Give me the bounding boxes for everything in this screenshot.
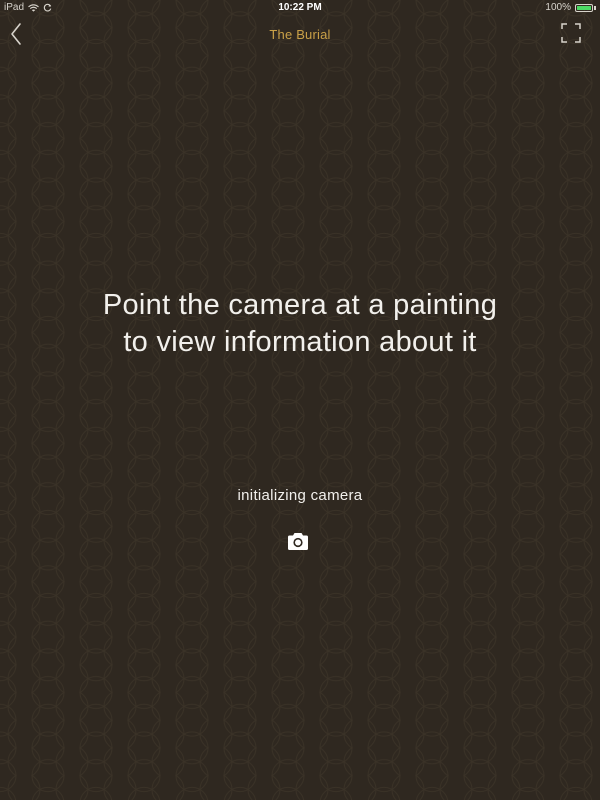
battery-icon <box>575 3 593 12</box>
status-time: 10:22 PM <box>278 2 322 13</box>
camera-button[interactable] <box>285 530 311 554</box>
battery-cap <box>594 5 596 10</box>
page-title: The Burial <box>269 27 331 42</box>
instruction-line-1: Point the camera at a painting <box>102 289 498 321</box>
instruction-line-2: to view information about it <box>123 326 477 358</box>
battery-fill <box>577 5 591 10</box>
expand-icon <box>561 23 581 43</box>
camera-icon <box>288 533 308 550</box>
battery-percent: 100% <box>545 2 571 13</box>
fullscreen-button[interactable] <box>560 22 582 44</box>
camera-status: initializing camera <box>237 487 363 504</box>
status-right: 100% <box>545 2 596 13</box>
status-bar: iPad 10:22 PM 100% <box>0 0 600 16</box>
instruction-text: Point the camera at a painting to view i… <box>0 287 600 361</box>
background-pattern <box>0 0 600 800</box>
